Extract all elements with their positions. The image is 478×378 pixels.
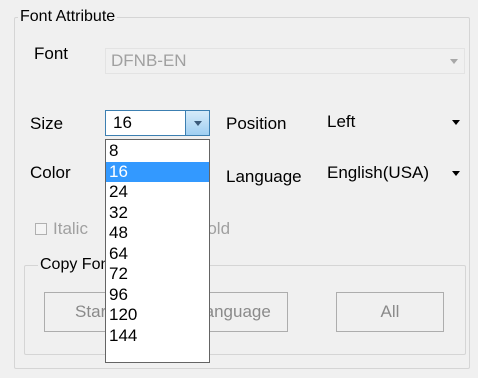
position-label: Position (226, 114, 287, 133)
italic-label: Italic (53, 219, 88, 238)
font-label: Font (34, 44, 69, 63)
position-select-value: Left (327, 112, 356, 131)
language-select-value: English(USA) (327, 163, 430, 182)
size-option-64[interactable]: 64 (106, 244, 209, 265)
size-select[interactable]: 16 (105, 110, 210, 136)
italic-checkbox[interactable] (35, 223, 47, 235)
chevron-down-icon (452, 120, 460, 125)
size-option-72[interactable]: 72 (106, 264, 209, 285)
chevron-down-icon (452, 171, 460, 176)
size-dropdown-button[interactable] (185, 111, 209, 135)
size-option-120[interactable]: 120 (106, 305, 209, 326)
chevron-down-icon (450, 59, 458, 64)
language-select[interactable]: English(USA) (322, 161, 468, 187)
color-label: Color (30, 163, 71, 182)
size-select-value: 16 (113, 113, 132, 132)
language-label: Language (226, 167, 302, 186)
size-option-8[interactable]: 8 (106, 141, 209, 162)
size-option-32[interactable]: 32 (106, 203, 209, 224)
size-option-24[interactable]: 24 (106, 182, 209, 203)
size-option-144[interactable]: 144 (106, 326, 209, 347)
font-attribute-legend: Font Attribute (18, 8, 118, 26)
size-option-16[interactable]: 16 (106, 161, 209, 182)
size-dropdown-list[interactable]: 8 16 24 32 48 64 72 96 120 144 (105, 139, 210, 363)
chevron-down-icon (194, 121, 202, 126)
size-label: Size (30, 114, 64, 133)
font-select-value: DFNB-EN (111, 51, 187, 70)
size-option-96[interactable]: 96 (106, 285, 209, 306)
size-option-48[interactable]: 48 (106, 223, 209, 244)
font-select[interactable]: DFNB-EN (105, 48, 465, 74)
all-button[interactable]: All (336, 292, 444, 332)
position-select[interactable]: Left (322, 110, 468, 136)
